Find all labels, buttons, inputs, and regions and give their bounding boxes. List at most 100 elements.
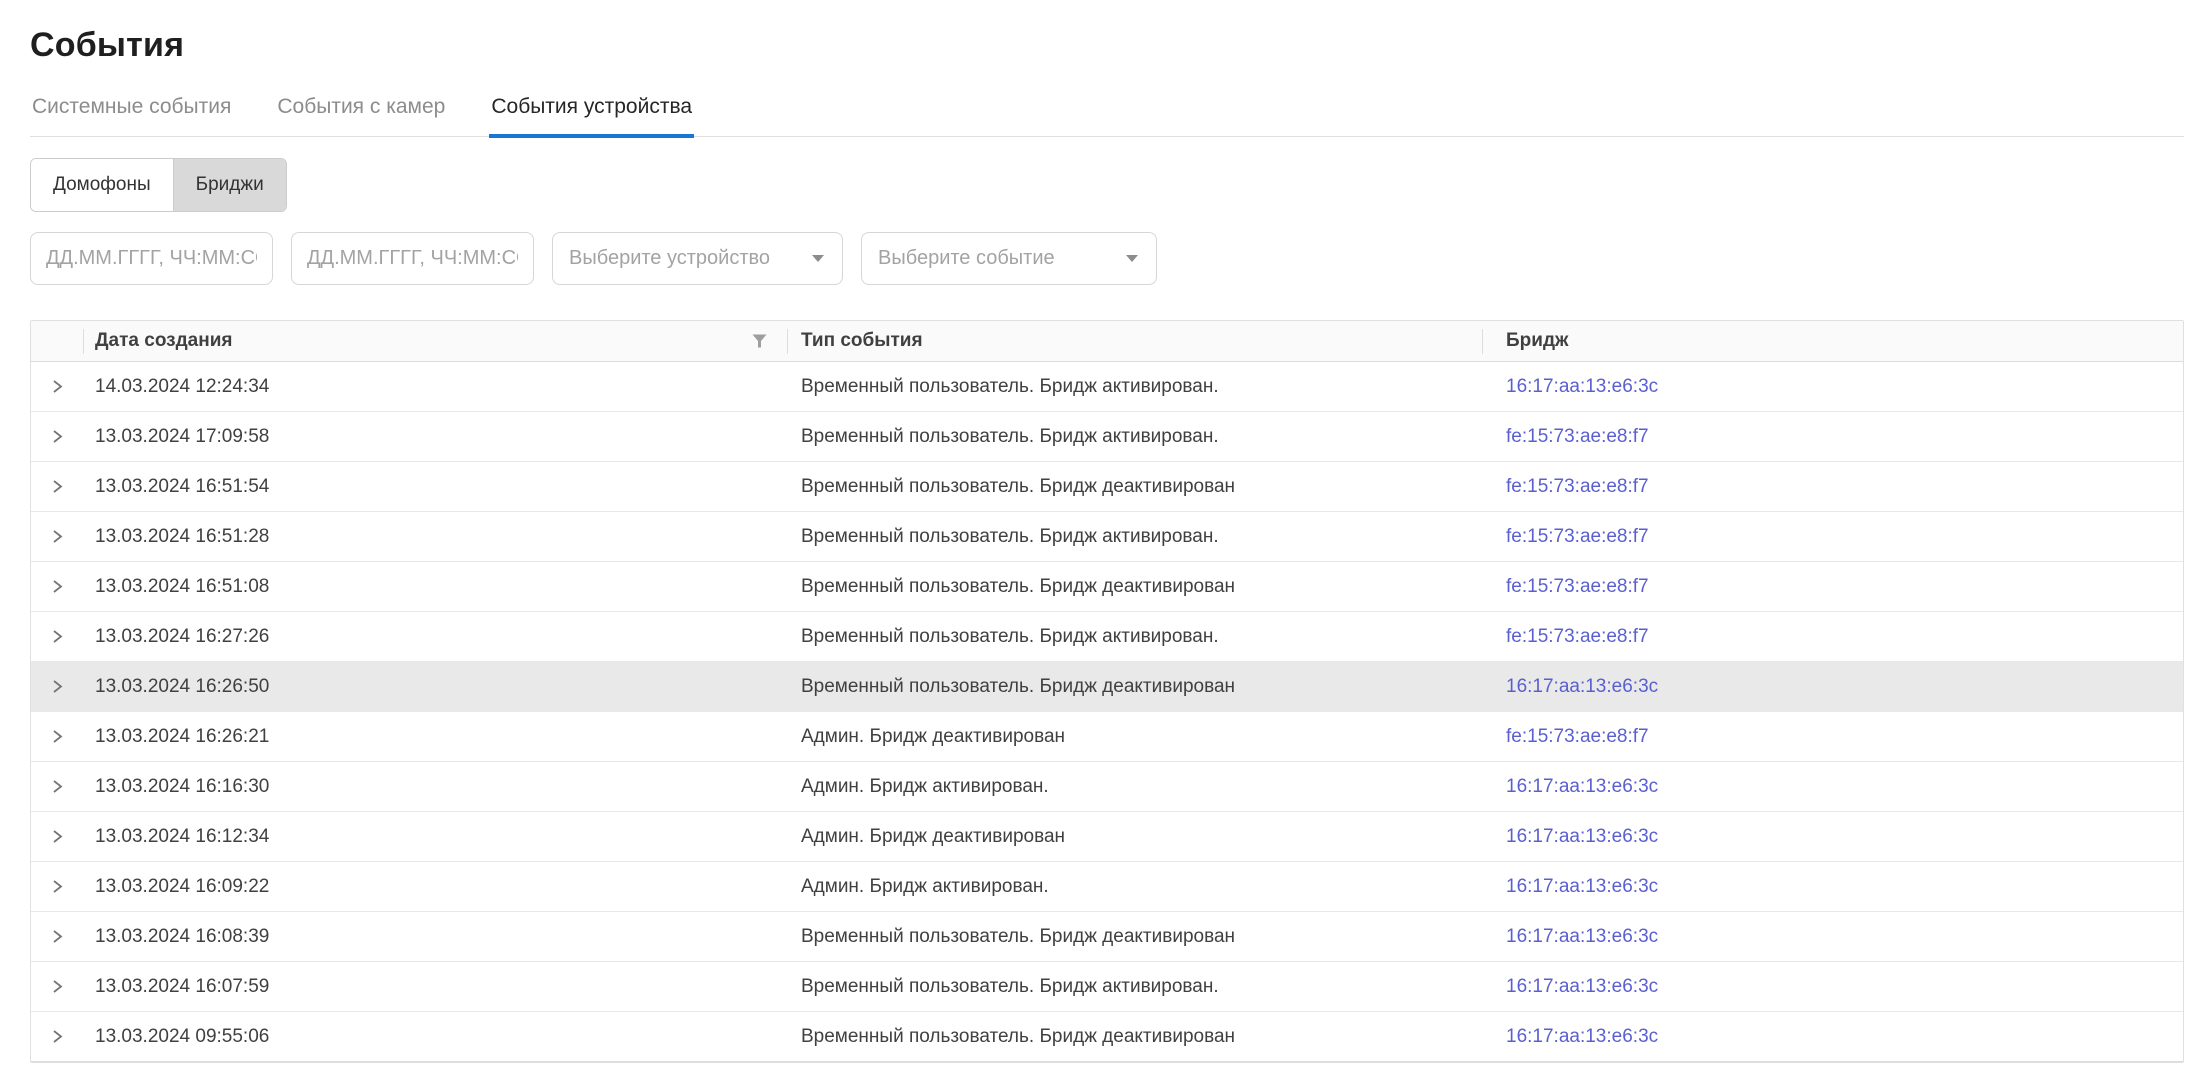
chevron-right-icon[interactable] bbox=[46, 525, 68, 548]
device-select[interactable]: Выберите устройство bbox=[552, 232, 843, 285]
event-date: 13.03.2024 16:26:21 bbox=[83, 726, 787, 748]
event-date: 13.03.2024 16:27:26 bbox=[83, 626, 787, 648]
table-row[interactable]: 13.03.2024 16:26:50 Временный пользовате… bbox=[31, 662, 2183, 712]
chevron-right-icon[interactable] bbox=[46, 975, 68, 998]
table-row[interactable]: 13.03.2024 16:27:26 Временный пользовате… bbox=[31, 612, 2183, 662]
date-to-input[interactable] bbox=[291, 232, 534, 285]
table-row[interactable]: 13.03.2024 16:16:30 Админ. Бридж активир… bbox=[31, 762, 2183, 812]
table-row[interactable]: 13.03.2024 09:55:06 Временный пользовате… bbox=[31, 1012, 2183, 1062]
expander-cell bbox=[31, 475, 83, 498]
expander-cell bbox=[31, 925, 83, 948]
expander-cell bbox=[31, 875, 83, 898]
table-row[interactable]: 13.03.2024 16:51:08 Временный пользовате… bbox=[31, 562, 2183, 612]
event-select-placeholder: Выберите событие bbox=[878, 247, 1055, 270]
bridge-cell: 16:17:aa:13:e6:3c bbox=[1482, 826, 2183, 848]
table-row[interactable]: 13.03.2024 16:08:39 Временный пользовате… bbox=[31, 912, 2183, 962]
event-type: Временный пользователь. Бридж активирова… bbox=[787, 626, 1482, 648]
expander-cell bbox=[31, 1025, 83, 1048]
tab-camera-events[interactable]: События с камер bbox=[275, 95, 447, 138]
table-row[interactable]: 13.03.2024 16:09:22 Админ. Бридж активир… bbox=[31, 862, 2183, 912]
event-date: 13.03.2024 16:08:39 bbox=[83, 926, 787, 948]
event-select[interactable]: Выберите событие bbox=[861, 232, 1157, 285]
event-type: Админ. Бридж деактивирован bbox=[787, 726, 1482, 748]
events-page: События Системные события События с каме… bbox=[0, 0, 2205, 1063]
bridge-link[interactable]: fe:15:73:ae:e8:f7 bbox=[1506, 476, 1649, 497]
bridge-link[interactable]: 16:17:aa:13:e6:3c bbox=[1506, 376, 1658, 397]
event-type: Админ. Бридж активирован. bbox=[787, 876, 1482, 898]
filter-icon[interactable] bbox=[748, 330, 771, 352]
event-date: 13.03.2024 16:26:50 bbox=[83, 676, 787, 698]
bridge-cell: 16:17:aa:13:e6:3c bbox=[1482, 976, 2183, 998]
chevron-right-icon[interactable] bbox=[46, 875, 68, 898]
expander-cell bbox=[31, 375, 83, 398]
table-row[interactable]: 13.03.2024 16:51:28 Временный пользовате… bbox=[31, 512, 2183, 562]
toggle-bridges[interactable]: Бриджи bbox=[173, 159, 286, 211]
event-type: Временный пользователь. Бридж активирова… bbox=[787, 376, 1482, 398]
bridge-link[interactable]: fe:15:73:ae:e8:f7 bbox=[1506, 526, 1649, 547]
event-date: 13.03.2024 16:12:34 bbox=[83, 826, 787, 848]
bridge-cell: fe:15:73:ae:e8:f7 bbox=[1482, 576, 2183, 598]
bridge-cell: 16:17:aa:13:e6:3c bbox=[1482, 376, 2183, 398]
chevron-right-icon[interactable] bbox=[46, 925, 68, 948]
device-type-toggle: Домофоны Бриджи bbox=[30, 158, 287, 212]
event-date: 13.03.2024 16:09:22 bbox=[83, 876, 787, 898]
bridge-cell: fe:15:73:ae:e8:f7 bbox=[1482, 726, 2183, 748]
chevron-right-icon[interactable] bbox=[46, 475, 68, 498]
tab-bar: Системные события События с камер Событи… bbox=[30, 95, 2184, 137]
chevron-right-icon[interactable] bbox=[46, 375, 68, 398]
chevron-right-icon[interactable] bbox=[46, 775, 68, 798]
table-row[interactable]: 14.03.2024 12:24:34 Временный пользовате… bbox=[31, 362, 2183, 412]
column-header-type: Тип события bbox=[787, 321, 1482, 361]
bridge-link[interactable]: fe:15:73:ae:e8:f7 bbox=[1506, 626, 1649, 647]
expander-cell bbox=[31, 675, 83, 698]
chevron-down-icon bbox=[1126, 255, 1138, 262]
event-date: 13.03.2024 16:07:59 bbox=[83, 976, 787, 998]
tab-device-events[interactable]: События устройства bbox=[489, 95, 694, 138]
date-from-input[interactable] bbox=[30, 232, 273, 285]
tab-system-events[interactable]: Системные события bbox=[30, 95, 233, 138]
chevron-right-icon[interactable] bbox=[46, 425, 68, 448]
chevron-right-icon[interactable] bbox=[46, 1025, 68, 1048]
bridge-link[interactable]: 16:17:aa:13:e6:3c bbox=[1506, 776, 1658, 797]
events-table: Дата создания Тип события Бридж bbox=[30, 320, 2184, 1063]
expander-cell bbox=[31, 775, 83, 798]
event-type: Временный пользователь. Бридж деактивиро… bbox=[787, 1026, 1482, 1048]
chevron-right-icon[interactable] bbox=[46, 575, 68, 598]
bridge-link[interactable]: 16:17:aa:13:e6:3c bbox=[1506, 826, 1658, 847]
event-date: 13.03.2024 17:09:58 bbox=[83, 426, 787, 448]
expander-cell bbox=[31, 975, 83, 998]
toggle-intercoms[interactable]: Домофоны bbox=[31, 159, 173, 211]
chevron-right-icon[interactable] bbox=[46, 825, 68, 848]
table-row[interactable]: 13.03.2024 16:51:54 Временный пользовате… bbox=[31, 462, 2183, 512]
bridge-link[interactable]: 16:17:aa:13:e6:3c bbox=[1506, 676, 1658, 697]
event-date: 13.03.2024 16:51:28 bbox=[83, 526, 787, 548]
expander-cell bbox=[31, 425, 83, 448]
table-row[interactable]: 13.03.2024 16:26:21 Админ. Бридж деактив… bbox=[31, 712, 2183, 762]
bridge-cell: fe:15:73:ae:e8:f7 bbox=[1482, 476, 2183, 498]
bridge-link[interactable]: 16:17:aa:13:e6:3c bbox=[1506, 876, 1658, 897]
event-date: 13.03.2024 09:55:06 bbox=[83, 1026, 787, 1048]
bridge-link[interactable]: fe:15:73:ae:e8:f7 bbox=[1506, 726, 1649, 747]
table-row[interactable]: 13.03.2024 16:12:34 Админ. Бридж деактив… bbox=[31, 812, 2183, 862]
table-row[interactable]: 13.03.2024 16:07:59 Временный пользовате… bbox=[31, 962, 2183, 1012]
event-type: Временный пользователь. Бридж деактивиро… bbox=[787, 576, 1482, 598]
bridge-link[interactable]: fe:15:73:ae:e8:f7 bbox=[1506, 576, 1649, 597]
filter-bar: Выберите устройство Выберите событие bbox=[30, 232, 2184, 285]
bridge-cell: 16:17:aa:13:e6:3c bbox=[1482, 876, 2183, 898]
chevron-right-icon[interactable] bbox=[46, 675, 68, 698]
chevron-right-icon[interactable] bbox=[46, 725, 68, 748]
event-type: Временный пользователь. Бридж активирова… bbox=[787, 426, 1482, 448]
bridge-link[interactable]: 16:17:aa:13:e6:3c bbox=[1506, 926, 1658, 947]
event-date: 13.03.2024 16:51:54 bbox=[83, 476, 787, 498]
table-body: 14.03.2024 12:24:34 Временный пользовате… bbox=[31, 362, 2183, 1062]
bridge-link[interactable]: 16:17:aa:13:e6:3c bbox=[1506, 976, 1658, 997]
column-header-bridge-label: Бридж bbox=[1506, 330, 1568, 352]
bridge-link[interactable]: fe:15:73:ae:e8:f7 bbox=[1506, 426, 1649, 447]
expander-cell bbox=[31, 525, 83, 548]
event-type: Временный пользователь. Бридж активирова… bbox=[787, 526, 1482, 548]
bridge-link[interactable]: 16:17:aa:13:e6:3c bbox=[1506, 1026, 1658, 1047]
table-row[interactable]: 13.03.2024 17:09:58 Временный пользовате… bbox=[31, 412, 2183, 462]
chevron-right-icon[interactable] bbox=[46, 625, 68, 648]
column-header-date-label: Дата создания bbox=[95, 330, 233, 352]
bridge-cell: 16:17:aa:13:e6:3c bbox=[1482, 676, 2183, 698]
